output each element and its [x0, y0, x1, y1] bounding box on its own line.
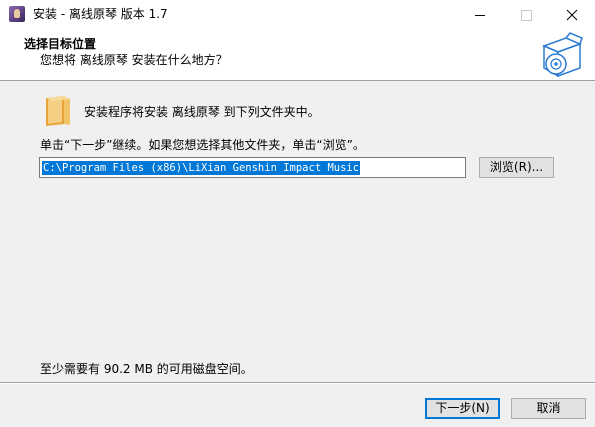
minimize-icon — [475, 15, 485, 16]
wizard-header: 选择目标位置 您想将 离线原琴 安装在什么地方？ — [0, 30, 595, 81]
maximize-icon — [521, 10, 532, 21]
footer-divider — [0, 382, 595, 384]
disk-space-text: 至少需要有 90.2 MB 的可用磁盘空间。 — [40, 362, 253, 376]
close-button[interactable] — [549, 0, 595, 30]
disc-box-icon — [541, 32, 583, 78]
title-bar[interactable]: 安装 - 离线原琴 版本 1.7 — [0, 0, 595, 30]
close-icon — [566, 9, 578, 21]
cancel-button[interactable]: 取消 — [511, 398, 586, 419]
browse-button[interactable]: 浏览(R)... — [479, 157, 554, 178]
app-icon — [9, 6, 25, 22]
installer-window: 安装 - 离线原琴 版本 1.7 选择目标位置 您想将 离线原琴 安装在什么地方… — [0, 0, 595, 427]
page-title: 选择目标位置 — [24, 37, 97, 51]
instruction-text: 单击“下一步”继续。如果您想选择其他文件夹，单击“浏览”。 — [40, 138, 365, 152]
maximize-button — [503, 0, 549, 30]
install-info-text: 安装程序将安装 离线原琴 到下列文件夹中。 — [84, 105, 320, 119]
install-path-value[interactable]: C:\Program Files (x86)\LiXian Genshin Im… — [42, 161, 361, 175]
minimize-button[interactable] — [457, 0, 503, 30]
install-path-input[interactable]: C:\Program Files (x86)\LiXian Genshin Im… — [39, 157, 466, 178]
next-button[interactable]: 下一步(N) — [425, 398, 500, 419]
window-title: 安装 - 离线原琴 版本 1.7 — [33, 7, 168, 21]
page-subtitle: 您想将 离线原琴 安装在什么地方？ — [40, 53, 228, 67]
folder-icon — [46, 96, 70, 126]
